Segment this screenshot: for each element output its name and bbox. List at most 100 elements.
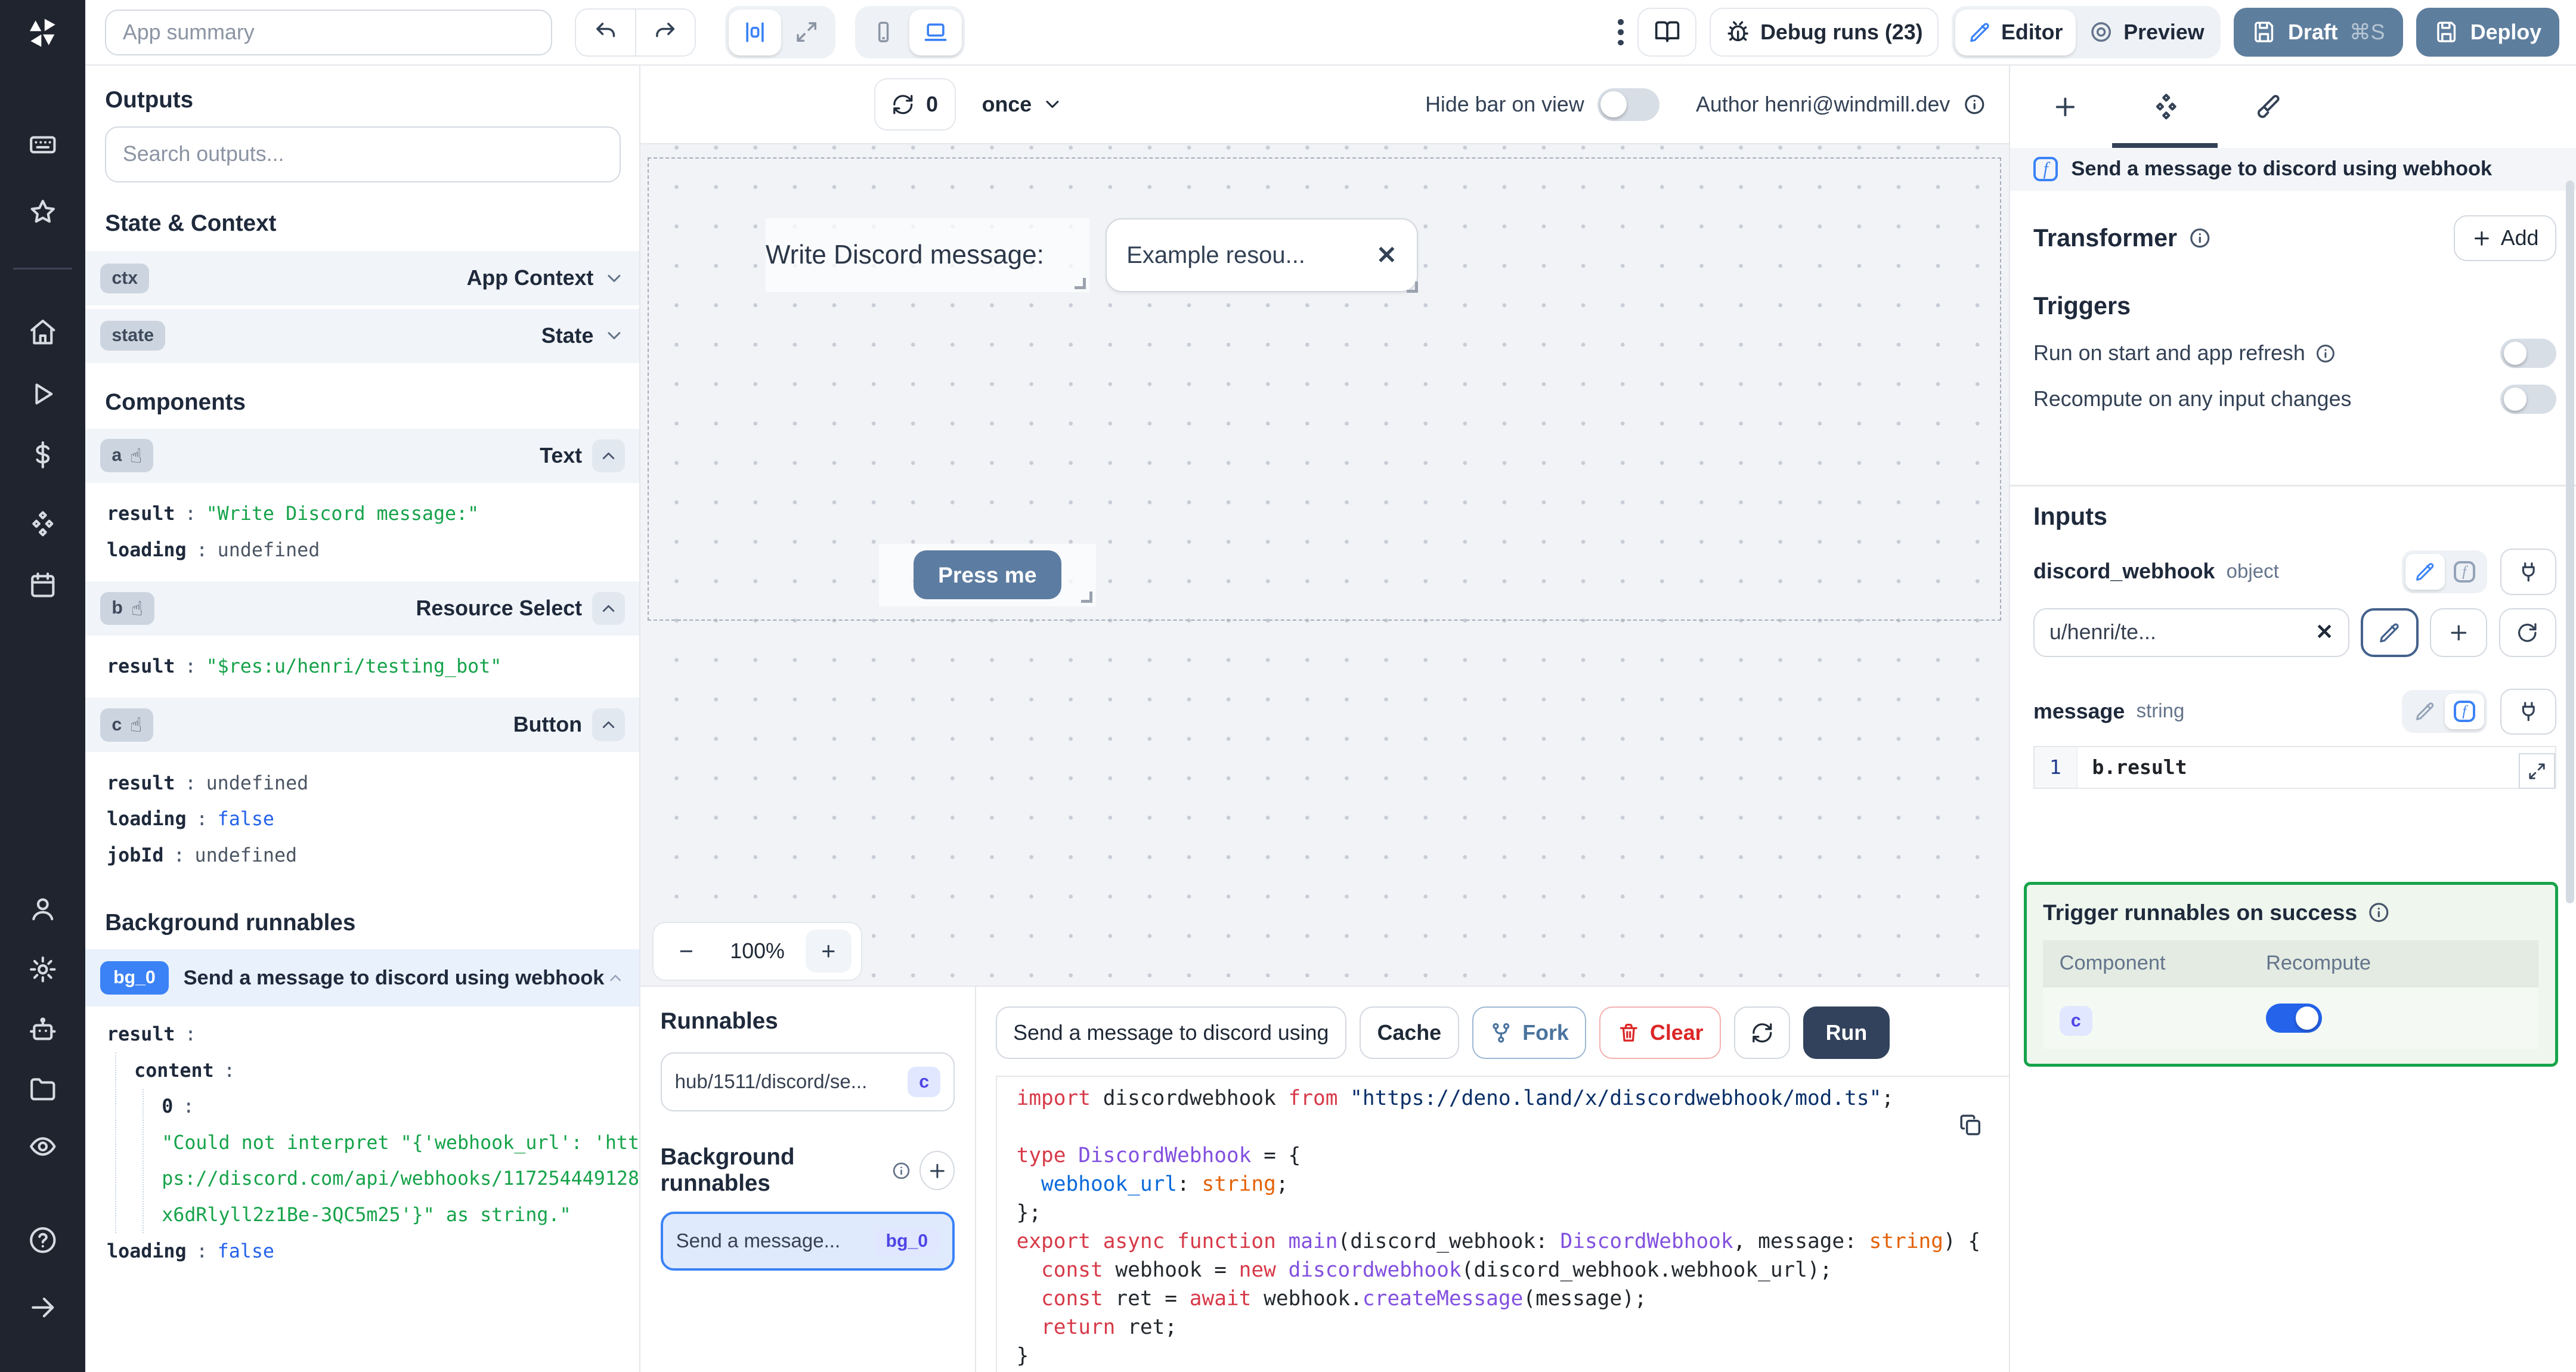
app-canvas[interactable]: Write Discord message: Example resou... …: [640, 144, 2010, 986]
eye-icon[interactable]: [28, 1132, 58, 1162]
star-icon[interactable]: [28, 197, 58, 227]
redo-button[interactable]: [635, 9, 695, 55]
component-row-b[interactable]: b ☝ Resource Select: [85, 581, 640, 636]
collapse-button[interactable]: [592, 439, 625, 472]
variables-icon[interactable]: [28, 440, 58, 470]
runnable-item[interactable]: hub/1511/discord/se... c: [660, 1052, 955, 1112]
clear-selection-icon[interactable]: ✕: [1376, 241, 1397, 270]
collapse-arrow-icon[interactable]: [28, 1293, 58, 1323]
help-icon[interactable]: [28, 1225, 58, 1255]
folder-icon[interactable]: [28, 1074, 58, 1104]
zoom-in-button[interactable]: +: [805, 930, 852, 973]
static-mode-button[interactable]: [2405, 693, 2445, 730]
runs-icon[interactable]: [28, 379, 58, 409]
recompute-toggle[interactable]: [2500, 384, 2556, 414]
info-icon[interactable]: [2188, 227, 2212, 250]
pencil-icon: [1970, 23, 1989, 42]
tab-preview[interactable]: Preview: [2076, 10, 2217, 55]
styling-tab-icon[interactable]: [2253, 93, 2281, 121]
bg0-row[interactable]: bg_0 Send a message to discord using web…: [85, 949, 640, 1007]
resource-picker[interactable]: u/henri/te... ✕: [2033, 608, 2349, 658]
run-on-start-toggle[interactable]: [2500, 338, 2556, 368]
canvas-resource-select[interactable]: Example resou... ✕: [1106, 218, 1419, 293]
info-icon[interactable]: [2367, 901, 2391, 924]
app-summary-input[interactable]: [105, 9, 552, 55]
static-mode-button[interactable]: [2405, 553, 2445, 590]
refresh-button[interactable]: [1734, 1006, 1790, 1060]
runnable-item-selected[interactable]: Send a message... bg_0: [660, 1212, 955, 1271]
info-icon[interactable]: [1963, 93, 1986, 116]
zoom-out-button[interactable]: −: [663, 930, 709, 973]
add-transformer-button[interactable]: Add: [2453, 215, 2556, 262]
mobile-view-button[interactable]: [858, 10, 909, 55]
runnable-c-badge: c: [908, 1067, 941, 1097]
copy-code-icon[interactable]: [1958, 1113, 1983, 1137]
schedules-icon[interactable]: [28, 570, 58, 600]
debug-runs-button[interactable]: Debug runs (23): [1710, 7, 1939, 57]
component-b-outputs: result: "$res:u/henri/testing_bot": [107, 656, 502, 678]
schedule-mode-dropdown[interactable]: once: [982, 92, 1063, 117]
component-row-c[interactable]: c ☝ Button: [85, 698, 640, 752]
device-segmented-control: [854, 6, 965, 59]
undo-button[interactable]: [576, 9, 636, 55]
info-icon[interactable]: [2315, 343, 2336, 364]
plug-icon: [2522, 702, 2535, 721]
expand-editor-button[interactable]: [2519, 752, 2555, 789]
collapse-button[interactable]: [592, 591, 625, 625]
add-background-runnable-button[interactable]: [919, 1151, 955, 1191]
press-me-button[interactable]: Press me: [913, 550, 1061, 600]
settings-tab-icon[interactable]: [2151, 92, 2181, 122]
connect-input-button[interactable]: [2500, 549, 2556, 595]
component-b-badge: b ☝: [100, 591, 154, 625]
message-expression-editor[interactable]: 1 b.result: [2033, 745, 2556, 789]
more-menu-button[interactable]: [1618, 19, 1624, 46]
home-icon[interactable]: [28, 317, 58, 347]
code-editor[interactable]: import discordwebhook from "https://deno…: [995, 1075, 2010, 1372]
right-panel-scrollbar[interactable]: [2566, 181, 2575, 904]
collapse-button[interactable]: [592, 708, 625, 742]
chevron-down-icon: [1046, 101, 1059, 109]
draft-button[interactable]: Draft ⌘S: [2234, 7, 2403, 57]
state-row[interactable]: state State: [85, 308, 640, 363]
settings-icon[interactable]: [28, 955, 58, 984]
fullscreen-toggle[interactable]: [781, 10, 832, 55]
chevron-up-icon[interactable]: [606, 969, 624, 987]
refresh-count-chip[interactable]: 0: [874, 78, 956, 131]
cache-button[interactable]: Cache: [1360, 1006, 1459, 1060]
connect-input-button[interactable]: [2500, 688, 2556, 735]
run-button[interactable]: Run: [1803, 1006, 1890, 1060]
refresh-resource-button[interactable]: [2498, 608, 2556, 658]
runnable-title-box[interactable]: Send a message to discord using: [995, 1006, 1346, 1060]
tab-editor[interactable]: Editor: [1955, 9, 2076, 55]
desktop-view-button[interactable]: [909, 9, 962, 55]
keyboard-icon[interactable]: [28, 130, 58, 160]
center-layout-toggle[interactable]: [728, 9, 781, 55]
clear-resource-icon[interactable]: ✕: [2315, 620, 2333, 645]
hide-bar-toggle[interactable]: [1597, 88, 1660, 121]
edit-resource-button[interactable]: [2361, 608, 2419, 658]
eval-mode-button[interactable]: f: [2445, 554, 2484, 590]
add-resource-button[interactable]: [2429, 608, 2488, 658]
ctx-row[interactable]: ctx App Context: [85, 251, 640, 306]
workers-icon[interactable]: [28, 894, 58, 924]
canvas-text-component[interactable]: Write Discord message:: [765, 218, 1089, 293]
docs-button[interactable]: [1637, 7, 1697, 57]
clear-button[interactable]: Clear: [1599, 1006, 1722, 1060]
component-c-badge: c ☝: [100, 708, 154, 742]
resize-handle[interactable]: [1080, 591, 1093, 603]
canvas-button-component[interactable]: Press me: [878, 543, 1096, 606]
chevron-down-icon[interactable]: [603, 325, 625, 346]
insert-tab-icon[interactable]: [2051, 93, 2079, 121]
search-outputs-input[interactable]: [105, 126, 621, 182]
hub-icon[interactable]: [28, 509, 58, 539]
resize-handle[interactable]: [1407, 281, 1419, 293]
resize-handle[interactable]: [1074, 277, 1086, 289]
robot-icon[interactable]: [28, 1015, 58, 1045]
fork-button[interactable]: Fork: [1472, 1006, 1587, 1060]
chevron-down-icon[interactable]: [603, 268, 625, 289]
component-row-a[interactable]: a ☝ Text: [85, 428, 640, 483]
info-icon[interactable]: [891, 1161, 911, 1181]
eval-mode-button[interactable]: f: [2444, 693, 2484, 730]
deploy-button[interactable]: Deploy: [2416, 7, 2560, 57]
recompute-c-toggle[interactable]: [2266, 1003, 2322, 1033]
